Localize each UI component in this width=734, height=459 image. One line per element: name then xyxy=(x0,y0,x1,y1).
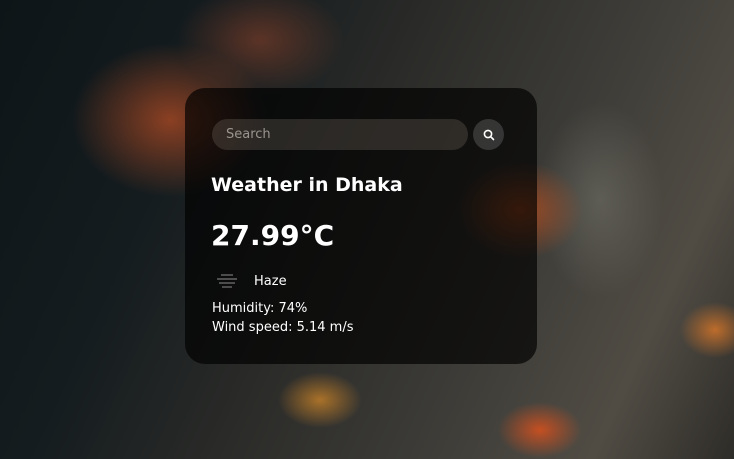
condition-text: Haze xyxy=(254,273,287,289)
humidity: Humidity: 74% xyxy=(212,301,308,316)
temperature: 27.99°C xyxy=(211,219,335,252)
search-button[interactable] xyxy=(473,119,504,150)
weather-card: Weather in Dhaka 27.99°C Haze Humidity: … xyxy=(185,88,537,364)
wind-speed: Wind speed: 5.14 m/s xyxy=(212,320,354,335)
search-input[interactable] xyxy=(212,119,468,150)
city-title: Weather in Dhaka xyxy=(211,174,403,196)
condition: Haze xyxy=(215,273,287,289)
haze-icon xyxy=(217,274,237,288)
search-icon xyxy=(483,129,494,140)
